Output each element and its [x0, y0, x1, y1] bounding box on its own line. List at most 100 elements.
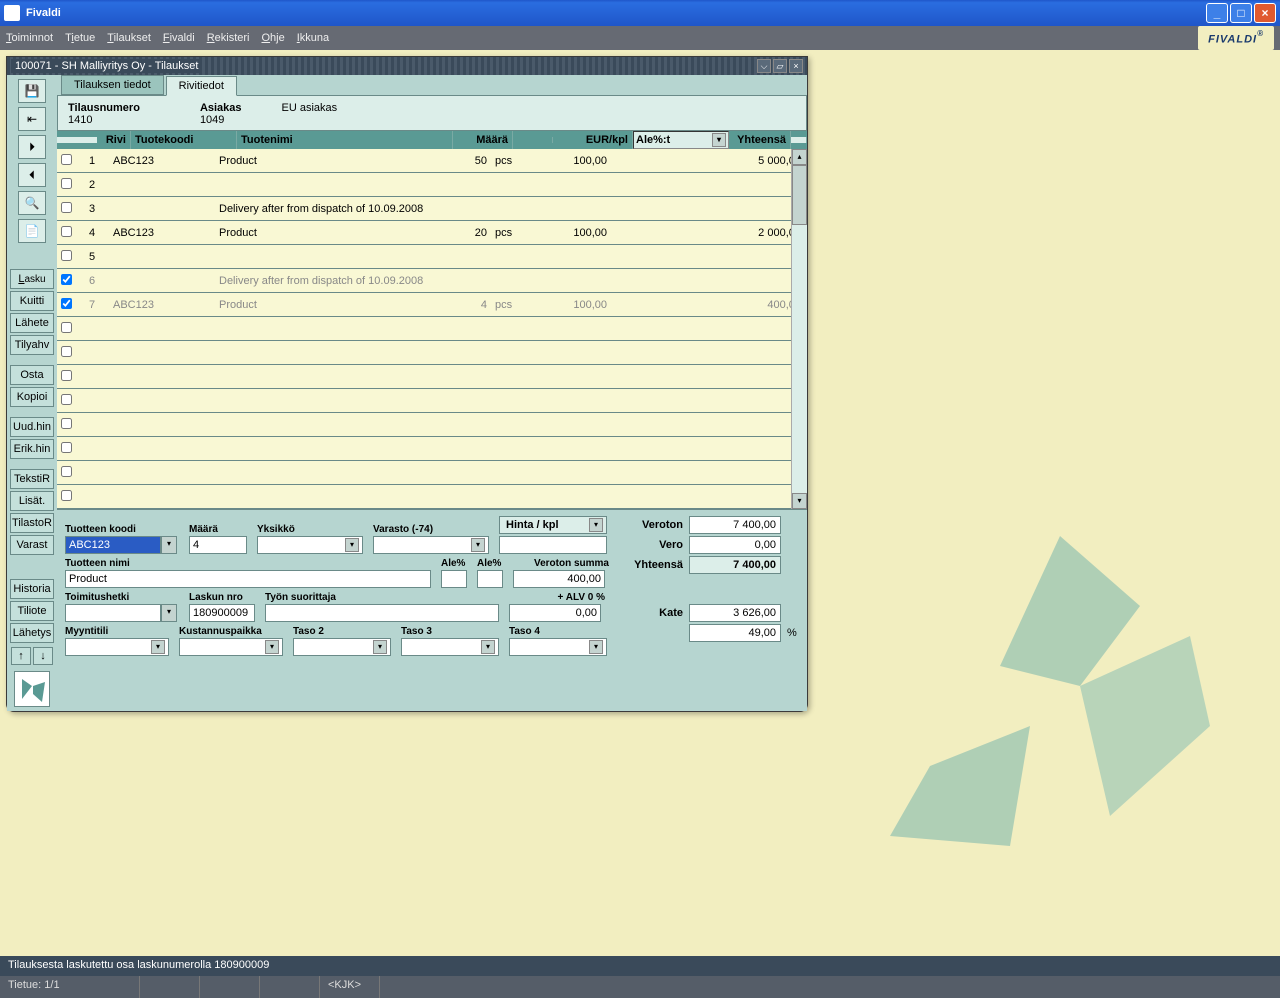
select-taso4[interactable]: ▾	[509, 638, 607, 656]
table-row[interactable]	[57, 365, 807, 389]
input-laskunro[interactable]	[189, 604, 255, 622]
table-row[interactable]: 5	[57, 245, 807, 269]
table-row[interactable]: 6Delivery after from dispatch of 10.09.2…	[57, 269, 807, 293]
select-taso2[interactable]: ▾	[293, 638, 391, 656]
table-row[interactable]	[57, 437, 807, 461]
input-tuotekoodi[interactable]	[65, 536, 161, 554]
uudhin-button[interactable]: Uud.hin	[10, 417, 54, 437]
menu-ikkuna[interactable]: Ikkuna	[297, 32, 329, 44]
menu-ohje[interactable]: Ohje	[261, 32, 284, 44]
tilastor-button[interactable]: TilastoR	[10, 513, 54, 533]
iwin-close-icon[interactable]: ×	[789, 59, 803, 73]
table-row[interactable]: 1ABC123Product50pcs100,005 000,00	[57, 149, 807, 173]
menu-tietue[interactable]: Tietue	[65, 32, 95, 44]
menu-toiminnot[interactable]: Toiminnot	[6, 32, 53, 44]
input-tyonsuorittaja[interactable]	[265, 604, 499, 622]
erikhin-button[interactable]: Erik.hin	[10, 439, 54, 459]
kuitti-button[interactable]: Kuitti	[10, 291, 54, 311]
menu-rekisteri[interactable]: Rekisteri	[207, 32, 250, 44]
kopioi-button[interactable]: Kopioi	[10, 387, 54, 407]
menu-fivaldi[interactable]: Fivaldi	[163, 32, 195, 44]
osta-button[interactable]: Osta	[10, 365, 54, 385]
input-ale2[interactable]	[477, 570, 503, 588]
minimize-button[interactable]: _	[1206, 3, 1228, 23]
select-varasto[interactable]: ▾	[373, 536, 489, 554]
table-row[interactable]: 3Delivery after from dispatch of 10.09.2…	[57, 197, 807, 221]
lahete-button[interactable]: Lähete	[10, 313, 54, 333]
row-checkbox[interactable]	[61, 154, 72, 165]
scroll-down-icon[interactable]: ▾	[792, 493, 807, 509]
iwin-minimize-icon[interactable]: ⌵	[757, 59, 771, 73]
select-hintatyyppi[interactable]: Hinta / kpl▾	[499, 516, 607, 534]
input-ale1[interactable]	[441, 570, 467, 588]
table-row[interactable]	[57, 413, 807, 437]
row-checkbox[interactable]	[61, 226, 72, 237]
row-checkbox[interactable]	[61, 394, 72, 405]
select-taso3[interactable]: ▾	[401, 638, 499, 656]
row-checkbox[interactable]	[61, 322, 72, 333]
menu-tilaukset[interactable]: Tilaukset	[107, 32, 151, 44]
select-myyntitili[interactable]: ▾	[65, 638, 169, 656]
scrollbar[interactable]: ▴ ▾	[791, 149, 807, 509]
maximize-button[interactable]: □	[1230, 3, 1252, 23]
table-row[interactable]: 7ABC123Product4pcs100,00400,00	[57, 293, 807, 317]
historia-button[interactable]: Historia	[10, 579, 54, 599]
input-hinta[interactable]	[499, 536, 607, 554]
prev-icon[interactable]: ⏴	[18, 163, 46, 187]
tilyahv-button[interactable]: Tilyahv	[10, 335, 54, 355]
row-checkbox[interactable]	[61, 442, 72, 453]
lasku-button[interactable]: Lasku	[10, 269, 54, 289]
row-checkbox[interactable]	[61, 274, 72, 285]
row-checkbox[interactable]	[61, 250, 72, 261]
exit-icon[interactable]: ⇤	[18, 107, 46, 131]
row-checkbox[interactable]	[61, 418, 72, 429]
value-tilausnumero: 1410	[68, 114, 140, 126]
row-checkbox[interactable]	[61, 202, 72, 213]
col-ale-dropdown[interactable]: Ale%:t▾	[633, 131, 729, 149]
grid-header: Rivi Tuotekoodi Tuotenimi Määrä EUR/kpl …	[57, 130, 807, 149]
scroll-up-icon[interactable]: ▴	[792, 149, 807, 165]
row-checkbox[interactable]	[61, 490, 72, 501]
lahetys-button[interactable]: Lähetys	[10, 623, 54, 643]
table-row[interactable]	[57, 341, 807, 365]
down-arrow-icon[interactable]: ↓	[33, 647, 53, 665]
scroll-thumb[interactable]	[792, 165, 807, 225]
tab-rivitiedot[interactable]: Rivitiedot	[166, 76, 237, 96]
row-checkbox[interactable]	[61, 466, 72, 477]
input-tuotenimi[interactable]	[65, 570, 431, 588]
lisat-button[interactable]: Lisät.	[10, 491, 54, 511]
search-icon[interactable]: 🔍	[18, 191, 46, 215]
toimitushetki-lookup-icon[interactable]: ▾	[161, 604, 177, 622]
select-yksikko[interactable]: ▾	[257, 536, 363, 554]
input-maara[interactable]	[189, 536, 247, 554]
varast-button[interactable]: Varast	[10, 535, 54, 555]
chevron-down-icon: ▾	[589, 640, 603, 654]
select-kustannuspaikka[interactable]: ▾	[179, 638, 283, 656]
value-asiakas: 1049	[200, 114, 242, 126]
up-arrow-icon[interactable]: ↑	[11, 647, 31, 665]
tekstir-button[interactable]: TekstiR	[10, 469, 54, 489]
iwin-restore-icon[interactable]: ▱	[773, 59, 787, 73]
table-row[interactable]	[57, 317, 807, 341]
table-row[interactable]: 2	[57, 173, 807, 197]
table-row[interactable]: 4ABC123Product20pcs100,002 000,00	[57, 221, 807, 245]
input-verotonsumma[interactable]	[513, 570, 605, 588]
table-row[interactable]	[57, 485, 807, 509]
row-checkbox[interactable]	[61, 178, 72, 189]
row-checkbox[interactable]	[61, 346, 72, 357]
tab-tilauksen-tiedot[interactable]: Tilauksen tiedot	[61, 75, 164, 95]
internal-window-titlebar[interactable]: 100071 - SH Malliyritys Oy - Tilaukset ⌵…	[7, 57, 807, 75]
new-doc-icon[interactable]: 📄	[18, 219, 46, 243]
input-alv[interactable]	[509, 604, 601, 622]
close-button[interactable]: ×	[1254, 3, 1276, 23]
save-icon[interactable]: 💾	[18, 79, 46, 103]
input-toimitushetki[interactable]	[65, 604, 161, 622]
tiliote-button[interactable]: Tiliote	[10, 601, 54, 621]
cell-maara	[431, 255, 491, 259]
row-checkbox[interactable]	[61, 298, 72, 309]
table-row[interactable]	[57, 389, 807, 413]
row-checkbox[interactable]	[61, 370, 72, 381]
next-icon[interactable]: ⏵	[18, 135, 46, 159]
table-row[interactable]	[57, 461, 807, 485]
tuotekoodi-lookup-icon[interactable]: ▾	[161, 536, 177, 554]
